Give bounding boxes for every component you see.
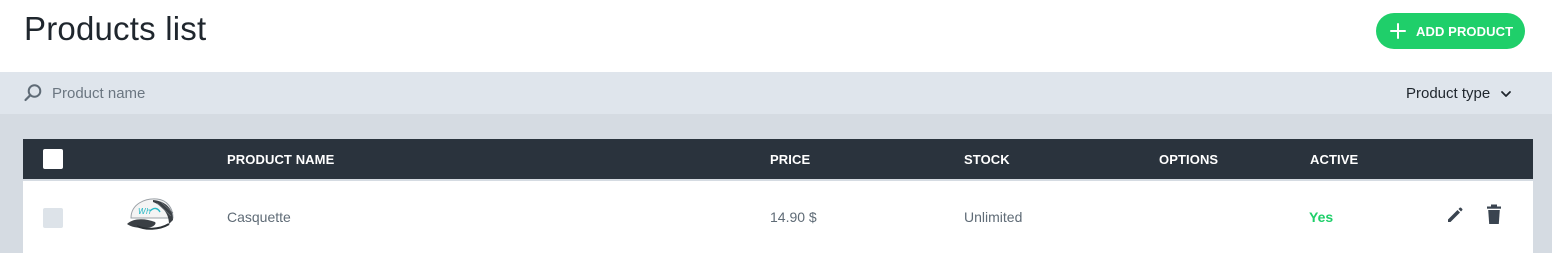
column-header-product-name[interactable]: PRODUCT NAME bbox=[227, 152, 334, 167]
pencil-icon[interactable] bbox=[1445, 205, 1465, 225]
search-input[interactable] bbox=[52, 81, 452, 105]
add-product-label: ADD PRODUCT bbox=[1416, 23, 1514, 39]
price-cell: 14.90 $ bbox=[770, 209, 817, 225]
products-table: PRODUCT NAME PRICE STOCK OPTIONS ACTIVE … bbox=[23, 139, 1533, 253]
svg-text:Wh: Wh bbox=[138, 207, 151, 216]
chevron-down-icon bbox=[1500, 87, 1512, 99]
select-all-checkbox[interactable] bbox=[43, 149, 63, 169]
product-type-label: Product type bbox=[1406, 84, 1491, 102]
table-header: PRODUCT NAME PRICE STOCK OPTIONS ACTIVE bbox=[23, 139, 1533, 179]
active-status-cell: Yes bbox=[1309, 209, 1334, 225]
search-icon bbox=[23, 83, 43, 103]
column-header-options: OPTIONS bbox=[1159, 152, 1219, 167]
trash-icon[interactable] bbox=[1485, 204, 1503, 225]
column-header-price[interactable]: PRICE bbox=[770, 152, 810, 167]
page-title: Products list bbox=[24, 10, 207, 47]
plus-icon bbox=[1390, 23, 1406, 39]
row-checkbox[interactable] bbox=[43, 208, 63, 228]
add-product-button[interactable]: ADD PRODUCT bbox=[1376, 13, 1525, 49]
column-header-active[interactable]: ACTIVE bbox=[1310, 152, 1358, 167]
column-header-stock[interactable]: STOCK bbox=[964, 152, 1010, 167]
filter-bar: Product type bbox=[0, 72, 1552, 114]
product-type-dropdown[interactable]: Product type bbox=[1406, 82, 1512, 104]
content-area: PRODUCT NAME PRICE STOCK OPTIONS ACTIVE … bbox=[0, 114, 1552, 253]
page-header: Products list ADD PRODUCT bbox=[0, 0, 1552, 72]
stock-cell: Unlimited bbox=[964, 209, 1023, 225]
product-name-cell[interactable]: Casquette bbox=[227, 209, 291, 225]
table-row[interactable]: Wh Casquette 14.90 $ Unlimited Yes bbox=[23, 181, 1533, 253]
product-thumbnail: Wh bbox=[123, 194, 179, 238]
